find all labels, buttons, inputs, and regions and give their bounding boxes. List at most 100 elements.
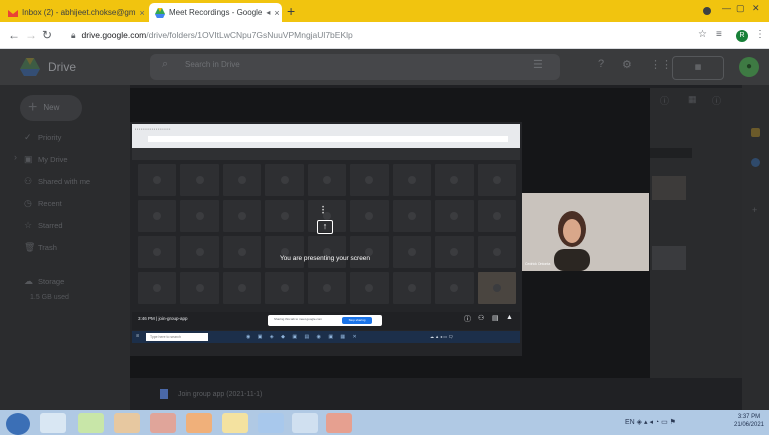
new-label: New [43, 103, 60, 113]
account-badge[interactable]: ▦ [672, 56, 724, 80]
participant-tile [392, 200, 432, 232]
drive-title: Drive [48, 60, 77, 74]
calendar-icon[interactable] [751, 128, 760, 137]
participant-tile [392, 236, 432, 268]
search-options-icon[interactable]: ☰ [533, 58, 543, 71]
tab-close-icon[interactable]: × [270, 8, 279, 18]
profile-avatar[interactable]: R [736, 30, 748, 42]
participant-tile [222, 236, 262, 268]
participant-tile [350, 164, 389, 196]
maximize-icon[interactable]: ▢ [736, 3, 745, 14]
participant-tile [435, 200, 474, 232]
taskbar-clock[interactable]: 3:37 PM 21/06/2021 [729, 413, 769, 429]
people-icon: ⚇ [24, 176, 33, 186]
tasks-icon[interactable] [751, 158, 760, 167]
notes-icon[interactable] [292, 413, 318, 433]
folder-icon[interactable] [222, 413, 248, 433]
stop-sharing-button[interactable]: Stop sharing [342, 317, 372, 324]
activities-icon[interactable]: ▲ [506, 314, 513, 321]
tab-meet-recordings[interactable]: Meet Recordings - Google ◂ × [149, 3, 282, 22]
sidebar-item-trash[interactable]: 🗑︎ Trash [24, 242, 57, 256]
participant-video [554, 211, 590, 271]
expand-arrow-icon[interactable]: › [14, 152, 17, 162]
tab-inbox[interactable]: Inbox (2) - abhijeet.chokse@gm × [2, 3, 145, 22]
ie-icon[interactable] [40, 413, 66, 433]
paint-icon[interactable] [114, 413, 140, 433]
cloud-icon: ☁ [24, 276, 33, 286]
firefox-icon[interactable] [186, 413, 212, 433]
inner-search-box: Type here to search [146, 333, 208, 341]
participant-tile [222, 200, 262, 232]
user-avatar[interactable]: ● [739, 57, 759, 77]
meet-clock: 3:46 PM [138, 316, 155, 321]
tab-close-icon[interactable]: × [136, 8, 145, 18]
url-domain: drive.google.com [81, 30, 147, 40]
start-button[interactable] [6, 413, 30, 435]
thumbnail-image[interactable] [652, 246, 686, 270]
sidebar-item-starred[interactable]: ☆ Starred [24, 220, 63, 234]
help-icon[interactable]: ? [598, 58, 604, 70]
grid-view-icon[interactable]: ▦ [688, 94, 697, 105]
browser-menu-icon[interactable]: ⋮ [755, 28, 765, 42]
sidebar-item-shared[interactable]: ⚇ Shared with me [24, 176, 90, 190]
sidebar-item-my-drive[interactable]: ▣ My Drive [24, 154, 68, 168]
sidebar-label: Priority [38, 133, 62, 142]
participant-tile [180, 272, 219, 304]
trash-icon: 🗑︎ [24, 242, 36, 252]
meeting-code: join-group-app [158, 316, 188, 321]
participant-tile [477, 236, 516, 268]
present-screen-icon: ↑ [317, 220, 333, 234]
people-icon[interactable]: ⚇ [478, 314, 484, 322]
language-indicator: EN [625, 419, 635, 426]
forward-icon[interactable]: → [25, 28, 37, 42]
sidebar-item-priority[interactable]: ✓ Priority [24, 132, 61, 146]
chrome-active-icon[interactable] [326, 413, 352, 433]
search-icon[interactable]: ⌕ [162, 58, 168, 71]
chrome-icon[interactable] [150, 413, 176, 433]
inner-tray: ☁ ▲ ◂ ▭ 🗨︎ [430, 334, 454, 339]
drive-logo-icon[interactable] [20, 58, 40, 76]
address-input[interactable]: 🔒︎ drive.google.com/drive/folders/1OVItLw… [71, 27, 671, 43]
inner-taskbar-apps: ◉ ▣ ◈ ◆ ▣ ▤ ◉ ▣ ▦ ✕ [246, 334, 360, 340]
column-header [650, 148, 692, 158]
reload-icon[interactable]: ↻ [42, 28, 52, 42]
sidebar-label: My Drive [38, 155, 68, 164]
clock-icon: ◷ [24, 198, 32, 208]
bookmark-star-icon[interactable]: ☆ [698, 28, 707, 42]
ie-icon-2[interactable] [258, 413, 284, 433]
minimize-icon[interactable]: — [722, 3, 731, 13]
new-button[interactable]: + New [20, 95, 82, 121]
sidebar-item-storage[interactable]: ☁ Storage [24, 276, 64, 290]
participant-grid [138, 164, 516, 304]
clock-date: 21/06/2021 [733, 422, 765, 428]
window-close-icon[interactable]: ✕ [752, 3, 760, 14]
meet-time: 3:46 PM | join-group-app [138, 316, 188, 321]
participant-tile [138, 236, 177, 268]
sidebar-item-recent[interactable]: ◷ Recent [24, 198, 62, 212]
info-icon[interactable]: ⓘ [464, 314, 471, 324]
apps-grid-icon[interactable]: ⋮⋮ [650, 58, 672, 71]
check-icon: ✓ [24, 132, 32, 142]
participant-tile [350, 236, 389, 268]
info-icon[interactable]: ⓘ [660, 94, 669, 107]
star-icon: ☆ [24, 220, 33, 230]
participant-tile [435, 236, 474, 268]
participant-tile [265, 236, 304, 268]
chat-icon[interactable]: ▤ [492, 314, 499, 322]
sidebar-label: Storage [38, 277, 65, 286]
system-tray[interactable]: EN ◈ ▴ ◂ ◔ ▭ ⚑ [625, 418, 676, 426]
participant-tile [138, 164, 177, 196]
lock-icon: 🔒︎ [71, 30, 76, 40]
file-row[interactable]: Join group app (2021-11-1) [160, 385, 720, 405]
details-icon[interactable]: ⓘ [712, 94, 721, 107]
media-player-icon[interactable] [78, 413, 104, 433]
add-addon-icon[interactable]: + [752, 205, 757, 215]
back-icon[interactable]: ← [8, 28, 20, 42]
media-control-icon[interactable]: ≡ [716, 28, 722, 42]
new-tab-button[interactable]: + [287, 3, 295, 19]
drive-icon [155, 7, 165, 18]
thumbnail-image[interactable] [652, 176, 686, 200]
participant-tile [307, 272, 347, 304]
settings-gear-icon[interactable]: ⚙ [622, 58, 632, 71]
loading-dots-icon: • • • [322, 205, 325, 217]
